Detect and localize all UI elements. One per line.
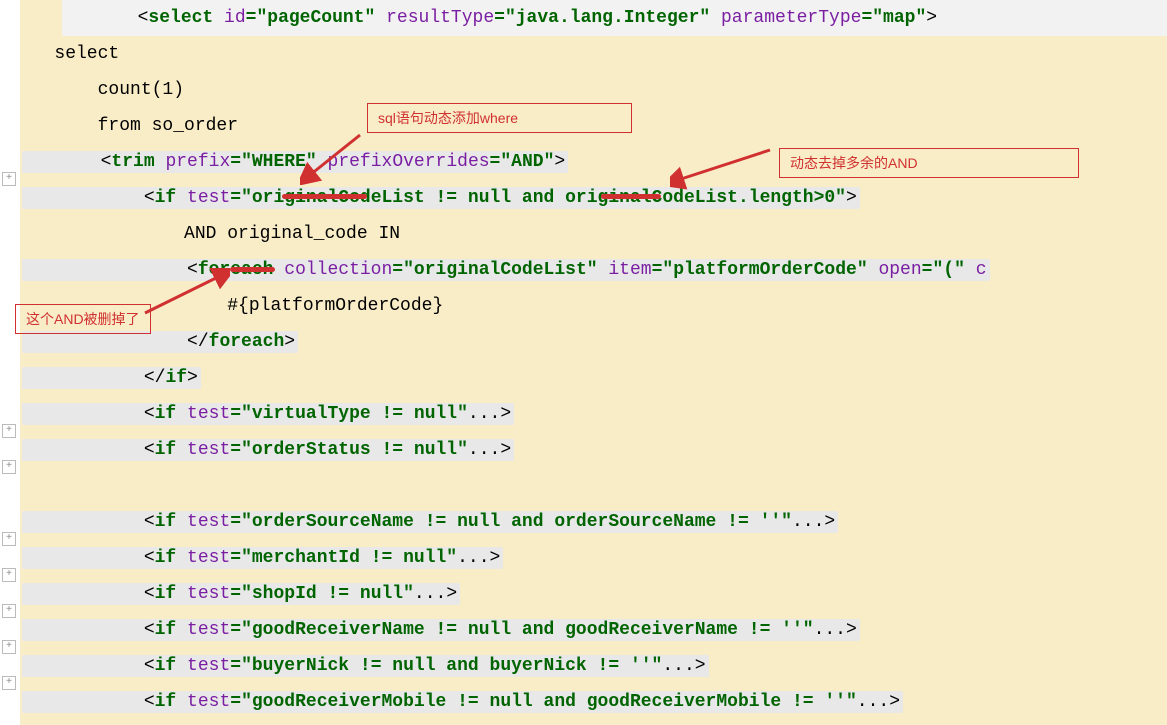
- editor-gutter: + + + + + + + +: [0, 0, 20, 725]
- underline-where: [282, 194, 367, 199]
- code-line: <if test="originalCodeList != null and o…: [22, 180, 1167, 216]
- code-line: [22, 468, 1167, 504]
- eq: =: [246, 8, 257, 28]
- fold-marker[interactable]: +: [2, 424, 16, 438]
- underline-and-text: [230, 267, 275, 272]
- xml-attr: resultType: [386, 8, 494, 28]
- code-line: <if test="merchantId != null"...>: [22, 540, 1167, 576]
- fold-marker[interactable]: +: [2, 568, 16, 582]
- code-line: <if test="orderSourceName != null and or…: [22, 504, 1167, 540]
- annotation-and: 动态去掉多余的AND: [779, 148, 1079, 178]
- code-line: <foreach collection="originalCodeList" i…: [22, 252, 1167, 288]
- fold-marker[interactable]: +: [2, 532, 16, 546]
- fold-marker[interactable]: +: [2, 460, 16, 474]
- code-line: <if test="goodReceiverMobile != null and…: [22, 684, 1167, 720]
- code-line: <select id="pageCount" resultType="java.…: [62, 0, 1167, 36]
- space: [710, 8, 721, 28]
- annotation-where: sql语句动态添加where: [367, 103, 632, 133]
- eq: =: [861, 8, 872, 28]
- fold-marker[interactable]: +: [2, 604, 16, 618]
- fold-marker[interactable]: +: [2, 676, 16, 690]
- bracket: >: [926, 8, 937, 28]
- fold-marker[interactable]: +: [2, 640, 16, 654]
- annotation-deleted: 这个AND被删掉了: [15, 304, 151, 334]
- xml-attr: id: [224, 8, 246, 28]
- eq: =: [494, 8, 505, 28]
- xml-value: "pageCount": [256, 8, 375, 28]
- xml-attr: parameterType: [721, 8, 861, 28]
- code-line: </if>: [22, 360, 1167, 396]
- fold-marker[interactable]: +: [2, 172, 16, 186]
- bracket: <: [62, 8, 148, 28]
- code-editor: + + + + + + + + <select id="pageCount" r…: [0, 0, 1167, 725]
- code-line: <if test="orderStatus != null"...>: [22, 432, 1167, 468]
- space: [375, 8, 386, 28]
- space: [213, 8, 224, 28]
- code-line: <if test="virtualType != null"...>: [22, 396, 1167, 432]
- xml-value: "map": [872, 8, 926, 28]
- code-line: #{platformOrderCode}: [22, 288, 1167, 324]
- code-line: AND original_code IN: [22, 216, 1167, 252]
- code-line: <if test="buyerNick != null and buyerNic…: [22, 648, 1167, 684]
- xml-value: "java.lang.Integer": [505, 8, 710, 28]
- code-line: <if test="goodReceiverName != null and g…: [22, 612, 1167, 648]
- xml-tag: select: [148, 8, 213, 28]
- code-line: select: [22, 36, 1167, 72]
- code-line: </foreach>: [22, 324, 1167, 360]
- underline-and: [601, 194, 661, 199]
- code-line: <if test="shopId != null"...>: [22, 576, 1167, 612]
